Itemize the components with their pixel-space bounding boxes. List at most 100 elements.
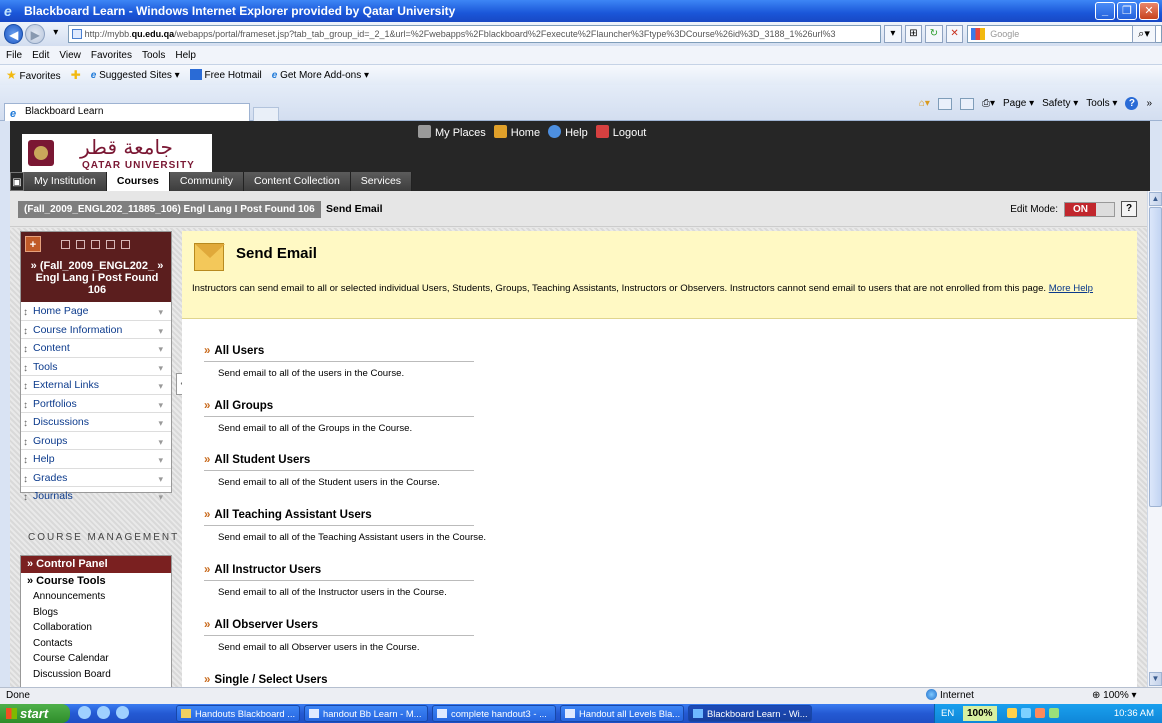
chevron-down-icon[interactable]: ▾ xyxy=(158,470,163,488)
drag-handle-icon[interactable]: ↕ xyxy=(23,489,28,507)
scroll-thumb[interactable] xyxy=(1149,207,1162,507)
edit-mode-help-button[interactable]: ? xyxy=(1121,201,1137,217)
more-help-link[interactable]: More Help xyxy=(1049,283,1093,294)
course-tool-announcements[interactable]: Announcements xyxy=(21,589,171,605)
maximize-button[interactable]: ❐ xyxy=(1117,2,1137,20)
chevron-down-icon[interactable]: ▾ xyxy=(158,433,163,451)
mail-icon[interactable] xyxy=(959,97,974,110)
drag-handle-icon[interactable]: ↕ xyxy=(23,378,28,396)
home-icon[interactable]: ⌂▾ xyxy=(919,98,930,109)
quick-launch-ie-icon[interactable] xyxy=(116,706,129,719)
start-button[interactable]: start xyxy=(0,704,70,723)
course-tool-course-calendar[interactable]: Course Calendar xyxy=(21,651,171,667)
suggested-sites-link[interactable]: e Suggested Sites ▾ xyxy=(91,70,180,81)
expand-header-icon[interactable]: ▣ xyxy=(10,172,24,191)
help-link[interactable]: Help xyxy=(548,125,588,139)
option-link[interactable]: » All Student Users xyxy=(204,454,474,471)
view-list-icon[interactable] xyxy=(61,239,70,249)
new-window-icon[interactable] xyxy=(91,239,100,249)
menu-tools[interactable]: Tools xyxy=(142,50,165,61)
course-tool-blogs[interactable]: Blogs xyxy=(21,605,171,621)
chevron-down-icon[interactable]: ▾ xyxy=(158,377,163,395)
recent-pages-dropdown[interactable]: ▾ xyxy=(50,25,62,43)
language-indicator[interactable]: EN xyxy=(941,704,954,723)
option-link[interactable]: » All Teaching Assistant Users xyxy=(204,509,474,526)
drag-handle-icon[interactable]: ↕ xyxy=(23,304,28,322)
tab-content-collection[interactable]: Content Collection xyxy=(243,172,351,191)
tab-courses[interactable]: Courses xyxy=(106,172,170,191)
menu-edit[interactable]: Edit xyxy=(32,50,49,61)
qatar-university-logo[interactable]: جامعة قطر QATAR UNIVERSITY xyxy=(22,134,212,172)
scroll-up-button[interactable]: ▲ xyxy=(1149,192,1162,206)
tab-my-institution[interactable]: My Institution xyxy=(24,172,107,191)
tray-security-icon[interactable] xyxy=(1049,708,1059,718)
minimize-button[interactable]: _ xyxy=(1095,2,1115,20)
favorites-button[interactable]: ★ Favorites xyxy=(6,68,61,82)
menu-favorites[interactable]: Favorites xyxy=(91,50,132,61)
chevron-down-icon[interactable]: ▾ xyxy=(158,359,163,377)
course-menu-item-grades[interactable]: ↕ Grades ▾ xyxy=(21,469,171,488)
print-icon[interactable]: ⎙▾ xyxy=(982,98,995,109)
option-link[interactable]: » Single / Select Users xyxy=(204,674,474,687)
taskbar-task-active[interactable]: Blackboard Learn - Wi... xyxy=(688,705,812,722)
edit-mode-toggle[interactable]: ON xyxy=(1064,201,1115,217)
course-menu-item-content[interactable]: ↕ Content ▾ xyxy=(21,339,171,358)
option-link[interactable]: » All Users xyxy=(204,345,474,362)
scroll-down-button[interactable]: ▼ xyxy=(1149,672,1162,686)
chevron-down-icon[interactable]: ▾ xyxy=(158,396,163,414)
taskbar-task[interactable]: complete handout3 - ... xyxy=(432,705,556,722)
view-grid-icon[interactable] xyxy=(121,239,130,249)
drag-handle-icon[interactable]: ↕ xyxy=(23,434,28,452)
drag-handle-icon[interactable]: ↕ xyxy=(23,323,28,341)
address-dropdown-button[interactable]: ▾ xyxy=(884,25,902,43)
safety-menu[interactable]: Safety ▾ xyxy=(1042,98,1078,109)
more-commands-button[interactable]: » xyxy=(1146,98,1152,109)
tab-community[interactable]: Community xyxy=(169,172,244,191)
help-menu-icon[interactable]: ? xyxy=(1125,97,1139,110)
course-menu-item-home-page[interactable]: ↕ Home Page ▾ xyxy=(21,302,171,321)
drag-handle-icon[interactable]: ↕ xyxy=(23,360,28,378)
refresh-button[interactable]: ↻ xyxy=(925,25,943,43)
feeds-icon[interactable] xyxy=(937,97,952,110)
option-link[interactable]: » All Groups xyxy=(204,400,474,417)
forward-button[interactable]: ▶ xyxy=(25,24,45,44)
taskbar-task[interactable]: Handouts Blackboard ... xyxy=(176,705,300,722)
view-folder-icon[interactable] xyxy=(76,239,85,249)
tray-volume-icon[interactable] xyxy=(1035,708,1045,718)
drag-handle-icon[interactable]: ↕ xyxy=(23,397,28,415)
url-input[interactable]: http://mybb.qu.edu.qa/webapps/portal/fra… xyxy=(67,25,882,43)
my-places-link[interactable]: My Places xyxy=(418,125,486,139)
tools-menu[interactable]: Tools ▾ xyxy=(1086,98,1117,109)
option-link[interactable]: » All Instructor Users xyxy=(204,564,474,581)
free-hotmail-link[interactable]: Free Hotmail xyxy=(189,69,262,81)
tray-app-icon[interactable] xyxy=(1007,708,1017,718)
compatibility-view-icon[interactable]: ⊞ xyxy=(904,25,923,43)
course-menu-item-tools[interactable]: ↕ Tools ▾ xyxy=(21,358,171,378)
drag-handle-icon[interactable]: ↕ xyxy=(23,415,28,433)
quick-launch-app-icon[interactable] xyxy=(78,706,91,719)
get-addons-link[interactable]: e Get More Add-ons ▾ xyxy=(272,70,369,81)
course-tools-header[interactable]: » Course Tools xyxy=(21,573,171,589)
add-menu-item-button[interactable]: + xyxy=(25,236,41,252)
course-menu-item-course-information[interactable]: ↕ Course Information ▾ xyxy=(21,321,171,341)
taskbar-task[interactable]: handout Bb Learn - M... xyxy=(304,705,428,722)
chevron-down-icon[interactable]: ▾ xyxy=(158,340,163,358)
vertical-scrollbar[interactable]: ▲ ▼ xyxy=(1147,191,1162,687)
home-link[interactable]: Home xyxy=(493,125,540,139)
add-favorite-icon[interactable]: ✚ xyxy=(71,68,81,82)
logout-link[interactable]: Logout xyxy=(595,125,646,139)
course-menu-item-groups[interactable]: ↕ Groups ▾ xyxy=(21,432,171,452)
breadcrumb-course-link[interactable]: (Fall_2009_ENGL202_11885_106) Engl Lang … xyxy=(18,201,321,218)
course-menu-item-journals[interactable]: ↕ Journals ▾ xyxy=(21,487,171,506)
control-panel-header[interactable]: » Control Panel xyxy=(21,556,171,573)
course-menu-title[interactable]: » (Fall_2009_ENGL202_ » Engl Lang I Post… xyxy=(29,260,165,296)
chevron-down-icon[interactable]: ▾ xyxy=(158,414,163,432)
chevron-down-icon[interactable]: ▾ xyxy=(158,303,163,321)
menu-file[interactable]: File xyxy=(6,50,22,61)
chevron-down-icon[interactable]: ▾ xyxy=(158,451,163,469)
chevron-down-icon[interactable]: ▾ xyxy=(158,322,163,340)
course-tool-contacts[interactable]: Contacts xyxy=(21,636,171,652)
course-tool-discussion-board[interactable]: Discussion Board xyxy=(21,667,171,683)
taskbar-task[interactable]: Handout all Levels Bla... xyxy=(560,705,684,722)
course-menu-item-help[interactable]: ↕ Help ▾ xyxy=(21,450,171,469)
